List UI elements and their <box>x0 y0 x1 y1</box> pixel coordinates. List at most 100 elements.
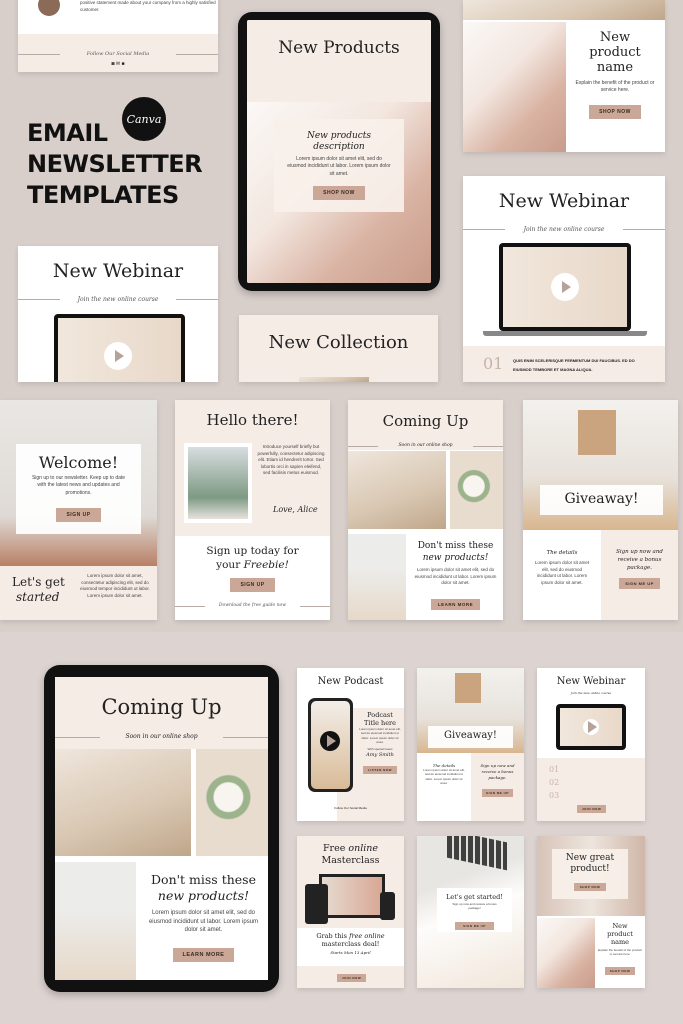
webinar-card-right: New Webinar Join the new online course 0… <box>463 176 665 382</box>
social-label: Follow Our Social Media <box>86 51 150 57</box>
giveaway-cta: Sign up now and receive a bonus package. <box>616 549 663 571</box>
started-body: Sign up now and receive a bonus package! <box>452 902 497 911</box>
listen-now-button[interactable]: LISTEN NOW <box>363 765 397 774</box>
giveaway-cta: Sign up now and receive a bonus package. <box>480 763 515 780</box>
freebie-heading: Sign up today for your Freebie! <box>206 545 299 571</box>
webinar-subtitle: Join the new online course <box>523 226 605 233</box>
item-text: QUIS ENIM SCELERISQUE FERMENTUM DUI FAUC… <box>513 358 635 372</box>
details-body: Lorem ipsum dolor sit amet elit, sed do … <box>534 560 590 585</box>
masterclass-card: Free online Masterclass Grab this free on… <box>297 836 404 988</box>
learn-more-button[interactable]: LEARN MORE <box>172 948 235 963</box>
laptop-video <box>499 243 631 331</box>
podcast-footer: Follow Our Social Media <box>334 806 367 810</box>
profile-photo <box>184 443 252 523</box>
started-card: Let's get started! Sign up now and recei… <box>417 836 524 988</box>
hero-title: EMAIL NEWSLETTER TEMPLATES <box>27 118 203 211</box>
sign-me-up-button[interactable]: SIGN ME UP <box>482 789 513 797</box>
welcome-card: Welcome! Sign up to our newsletter. Keep… <box>0 400 157 620</box>
started-title: Let's get started! <box>446 893 503 901</box>
sign-me-up-button[interactable]: SIGN ME UP <box>455 921 494 930</box>
sign-me-up-button[interactable]: SIGN ME UP <box>619 578 660 589</box>
giveaway-small-card: Giveaway! The details Lorem ipsum dolor … <box>417 668 524 821</box>
item-number: 02 <box>549 778 560 787</box>
hero-line-1: EMAIL <box>27 119 108 147</box>
product-body: Explain the benefit of the product or se… <box>575 80 655 94</box>
signature: Amy Smith <box>366 751 394 758</box>
play-icon[interactable] <box>551 273 579 301</box>
hero-line-2: NEWSLETTER <box>27 150 203 178</box>
clothes-image <box>348 534 406 620</box>
new-products-body: Lorem ipsum dolor sit amet elit, sed do … <box>287 156 391 177</box>
tablet-coming-up: Coming Up Soon in our online shop Don't … <box>44 665 279 992</box>
sign-up-button[interactable]: SIGN UP <box>56 507 101 522</box>
masterclass-title: Free online Masterclass <box>321 843 380 866</box>
coming-up-title: Coming Up <box>101 695 222 719</box>
coming-up-title: Coming Up <box>382 412 469 430</box>
product-name: New product name <box>589 30 641 75</box>
product-card: New product name Explain the benefit of … <box>463 0 665 152</box>
flower-image <box>450 451 503 529</box>
details-body: Lorem ipsum dolor sit amet elit, sed do … <box>423 768 465 786</box>
coming-up-body: Lorem ipsum dolor sit amet elit, sed do … <box>414 567 497 586</box>
hero-line-3: TEMPLATES <box>27 181 179 209</box>
canva-logo: Canva <box>122 97 166 141</box>
coming-up-subtitle: Soon in our online shop <box>398 443 453 448</box>
devices-image <box>319 874 385 918</box>
webinar-subtitle: Join the new online course <box>77 296 159 303</box>
details-title: The details <box>546 550 578 556</box>
testimonial-text: positive statement made about your compa… <box>80 0 216 12</box>
giveaway-title: Giveaway! <box>428 726 513 748</box>
shop-now-button-2[interactable]: SHOP NOW <box>604 966 636 975</box>
product-image <box>537 918 595 988</box>
great-product-title: New great product! <box>565 853 615 874</box>
shop-now-button[interactable]: SHOP NOW <box>313 185 365 200</box>
webinar-title: New Webinar <box>498 190 630 212</box>
podcast-body: Lorem ipsum dolor sit amet elit, sed do … <box>359 727 401 745</box>
lets-get-heading: Let's get <box>12 575 65 589</box>
instagram-icon[interactable]: ◙ <box>111 61 114 67</box>
facebook-icon[interactable]: ■ <box>121 61 124 67</box>
testimonial-card: positive statement made about your compa… <box>18 0 218 72</box>
coming-up-subtitle: Soon in our online shop <box>125 733 198 740</box>
download-link[interactable]: Download the free guide now <box>175 603 330 608</box>
avatar <box>38 0 60 16</box>
join-now-button[interactable]: JOIN NOW <box>577 805 607 813</box>
testimonial-footer: Follow Our Social Media ◙ ✉ ■ <box>18 34 218 72</box>
learn-more-button[interactable]: LEARN MORE <box>430 598 481 610</box>
keyboard-image <box>447 836 507 871</box>
mail-icon[interactable]: ✉ <box>116 61 120 67</box>
product-name: New product name <box>607 922 633 946</box>
start-date: Starts Mon 13 April <box>330 950 371 955</box>
collection-card: New Collection <box>239 315 438 382</box>
webinar-title: New Webinar <box>52 260 184 282</box>
webinar-card-left: New Webinar Join the new online course <box>18 246 218 382</box>
item-number: 01 <box>483 354 504 373</box>
shop-now-button[interactable]: SHOP NOW <box>573 883 607 891</box>
join-now-button[interactable]: JOIN NOW <box>337 974 367 982</box>
dont-miss-heading: Don't miss these new products! <box>151 872 256 903</box>
product-image <box>463 22 566 152</box>
podcast-card: New Podcast Podcast Title here Lorem ips… <box>297 668 404 821</box>
hello-body: Introduce yourself briefly but powerfull… <box>257 444 325 476</box>
play-icon[interactable] <box>104 342 132 370</box>
webinar-small-card: New Webinar Join the new online course 0… <box>537 668 645 821</box>
welcome-title: Welcome! <box>38 453 119 472</box>
laptop-video <box>54 314 185 382</box>
hello-card: Hello there! Introduce yourself briefly … <box>175 400 330 620</box>
giveaway-card: Giveaway! The details Lorem ipsum dolor … <box>523 400 678 620</box>
masterclass-cta: Grab this free online masterclass deal! <box>316 932 385 948</box>
item-number: 01 <box>549 765 560 774</box>
signature: Love, Alice <box>273 505 318 514</box>
room-image <box>55 749 191 856</box>
sign-up-button[interactable]: SIGN UP <box>230 578 275 592</box>
podcast-title: New Podcast <box>317 676 384 687</box>
play-icon[interactable] <box>583 719 599 735</box>
item-number: 03 <box>549 791 560 800</box>
clothes-image <box>55 862 136 980</box>
hello-title: Hello there! <box>206 411 299 429</box>
giveaway-title: Giveaway! <box>540 485 663 515</box>
play-icon[interactable] <box>320 731 340 751</box>
laptop-video <box>556 704 626 750</box>
new-products-subtitle: New products description <box>306 131 372 152</box>
shop-now-button[interactable]: SHOP NOW <box>589 104 641 119</box>
